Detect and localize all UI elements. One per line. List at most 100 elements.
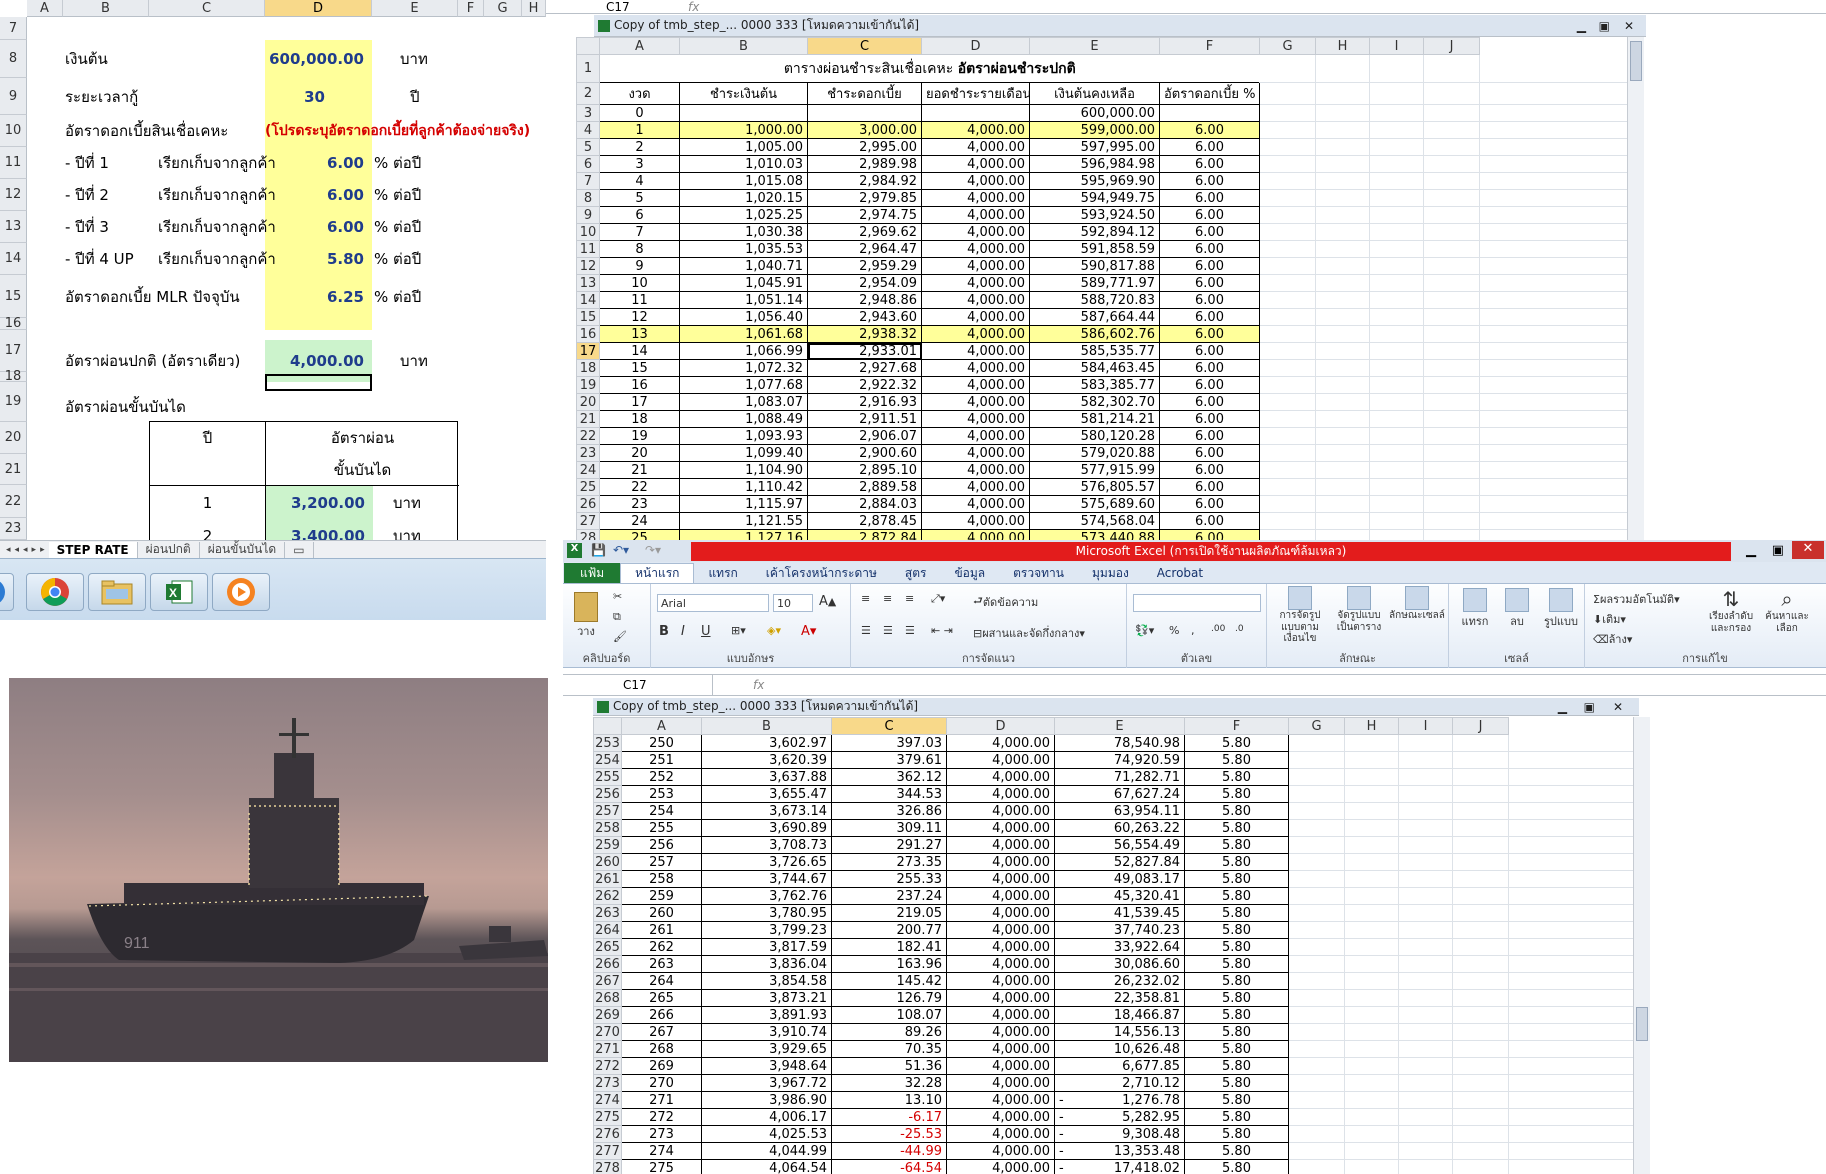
interest-cell[interactable]: 2,943.60 xyxy=(807,308,922,326)
period-cell[interactable]: 275 xyxy=(621,1159,702,1174)
rate-cell[interactable]: 6.00 xyxy=(1159,359,1260,377)
restore-icon-2[interactable]: ▣ xyxy=(1584,700,1595,714)
empty-cell[interactable] xyxy=(1344,972,1399,990)
principal-cell[interactable]: 4,044.99 xyxy=(701,1142,832,1160)
rate-cell[interactable]: 5.80 xyxy=(1184,1074,1289,1092)
ribbon-tab[interactable]: Acrobat xyxy=(1143,563,1217,583)
balance-cell[interactable]: 41,539.45 xyxy=(1054,904,1185,922)
row-header[interactable]: 10 xyxy=(576,223,600,241)
empty-cell[interactable] xyxy=(1423,223,1480,241)
principal-cell[interactable]: 1,020.15 xyxy=(679,189,808,207)
interest-cell[interactable]: 2,889.58 xyxy=(807,478,922,496)
period-cell[interactable]: 4 xyxy=(599,172,680,190)
payment-cell[interactable]: 4,000.00 xyxy=(921,172,1030,190)
rate-cell[interactable]: 6.00 xyxy=(1159,529,1260,540)
empty-cell[interactable] xyxy=(1259,291,1316,309)
empty-cell[interactable] xyxy=(1259,206,1316,224)
empty-cell[interactable] xyxy=(1398,921,1453,939)
empty-cell[interactable] xyxy=(1369,478,1424,496)
empty-cell[interactable] xyxy=(1369,172,1424,190)
payment-cell[interactable]: 4,000.00 xyxy=(946,1142,1055,1160)
sheet-table[interactable]: A B C D E F G H I J 253 250 3,602.97 397.03 4,000.00 78… xyxy=(593,717,1633,1174)
balance-cell[interactable]: 592,894.12 xyxy=(1029,223,1160,241)
empty-cell[interactable] xyxy=(1479,291,1627,309)
cut-icon[interactable]: ✂ xyxy=(613,590,622,603)
empty-cell[interactable] xyxy=(1479,342,1627,360)
period-cell[interactable]: 266 xyxy=(621,1006,702,1024)
ribbon-tab[interactable]: หน้าแรก xyxy=(620,563,695,583)
empty-cell[interactable] xyxy=(1508,1142,1633,1160)
period-cell[interactable]: 1 xyxy=(599,121,680,139)
rate-cell[interactable]: 6.00 xyxy=(1159,495,1260,513)
sheet-table[interactable]: A B C D E F G H I J 1 ตารางผ่อนชำระสินเชื่อเคหะ อัต… xyxy=(576,37,1627,540)
period-cell[interactable]: 258 xyxy=(621,870,702,888)
empty-cell[interactable] xyxy=(1344,785,1399,803)
rate-cell[interactable]: 5.80 xyxy=(1184,887,1289,905)
empty-cell[interactable] xyxy=(1315,54,1370,83)
align-middle-icon[interactable]: ≡ xyxy=(883,592,892,605)
wrap-text-button[interactable]: ⮐ ตัดข้อความ xyxy=(973,592,1038,611)
interest-cell[interactable]: 2,989.98 xyxy=(807,155,922,173)
empty-cell[interactable] xyxy=(1369,121,1424,139)
period-cell[interactable]: 250 xyxy=(621,734,702,752)
rate-cell[interactable]: 6.00 xyxy=(1159,240,1260,258)
find-select-button[interactable]: ⌕ ค้นหาและเลือก xyxy=(1759,588,1815,634)
col-header[interactable]: C xyxy=(149,0,265,17)
row-header[interactable]: 274 xyxy=(593,1091,622,1109)
payment-cell[interactable]: 4,000.00 xyxy=(921,189,1030,207)
empty-cell[interactable] xyxy=(1369,291,1424,309)
empty-cell[interactable] xyxy=(1452,768,1509,786)
interest-cell[interactable]: 2,979.85 xyxy=(807,189,922,207)
empty-cell[interactable] xyxy=(1315,172,1370,190)
balance-cell[interactable]: 78,540.98 xyxy=(1054,734,1185,752)
empty-cell[interactable] xyxy=(1369,223,1424,241)
row-header[interactable]: 23 xyxy=(0,518,27,540)
balance-cell[interactable]: 595,969.90 xyxy=(1029,172,1160,190)
minimize-icon[interactable]: ▁ xyxy=(1577,19,1586,33)
empty-cell[interactable] xyxy=(1398,870,1453,888)
rate-cell[interactable]: 6.00 xyxy=(1159,257,1260,275)
payment-cell[interactable]: 4,000.00 xyxy=(946,1057,1055,1075)
interest-cell[interactable]: 2,938.32 xyxy=(807,325,922,343)
balance-cell[interactable]: 597,995.00 xyxy=(1029,138,1160,156)
row-header[interactable]: 28 xyxy=(576,529,600,540)
row-header[interactable]: 261 xyxy=(593,870,622,888)
empty-cell[interactable] xyxy=(1288,1125,1345,1143)
empty-cell[interactable] xyxy=(1452,904,1509,922)
empty-cell[interactable] xyxy=(1508,751,1633,769)
row-header[interactable]: 25 xyxy=(576,478,600,496)
empty-cell[interactable] xyxy=(1508,904,1633,922)
period-cell[interactable]: 22 xyxy=(599,478,680,496)
empty-cell[interactable] xyxy=(1369,104,1424,122)
col-header[interactable]: H xyxy=(1315,37,1370,55)
empty-cell[interactable] xyxy=(1508,972,1633,990)
balance-cell[interactable]: 580,120.28 xyxy=(1029,427,1160,445)
row-header[interactable]: 259 xyxy=(593,836,622,854)
empty-cell[interactable] xyxy=(1315,325,1370,343)
period-cell[interactable]: 272 xyxy=(621,1108,702,1126)
empty-cell[interactable] xyxy=(1452,955,1509,973)
empty-cell[interactable] xyxy=(1452,734,1509,752)
explorer-icon[interactable] xyxy=(88,573,146,611)
copy-icon[interactable]: ⧉ xyxy=(613,610,621,624)
col-header[interactable]: D xyxy=(946,717,1055,735)
rate-cell[interactable]: 5.80 xyxy=(1184,1091,1289,1109)
principal-cell[interactable]: 3,799.23 xyxy=(701,921,832,939)
period-cell[interactable]: 265 xyxy=(621,989,702,1007)
payment-cell[interactable]: 4,000.00 xyxy=(946,972,1055,990)
tab-step[interactable]: ผ่อนขั้นบันได xyxy=(200,541,286,558)
empty-cell[interactable] xyxy=(1508,989,1633,1007)
rate-cell[interactable]: 5.80 xyxy=(1184,870,1289,888)
rate-cell[interactable]: 6.00 xyxy=(1159,206,1260,224)
principal-cell[interactable]: 3,929.65 xyxy=(701,1040,832,1058)
scroll-thumb[interactable] xyxy=(1630,41,1642,81)
empty-cell[interactable] xyxy=(1315,240,1370,258)
empty-cell[interactable] xyxy=(1423,189,1480,207)
interest-cell[interactable]: 126.79 xyxy=(831,989,947,1007)
col-header[interactable]: F xyxy=(1159,37,1260,55)
select-all-corner[interactable] xyxy=(593,717,622,735)
period-cell[interactable]: 9 xyxy=(599,257,680,275)
chrome-icon[interactable] xyxy=(26,573,84,611)
interest-cell[interactable]: 362.12 xyxy=(831,768,947,786)
period-cell[interactable]: 271 xyxy=(621,1091,702,1109)
